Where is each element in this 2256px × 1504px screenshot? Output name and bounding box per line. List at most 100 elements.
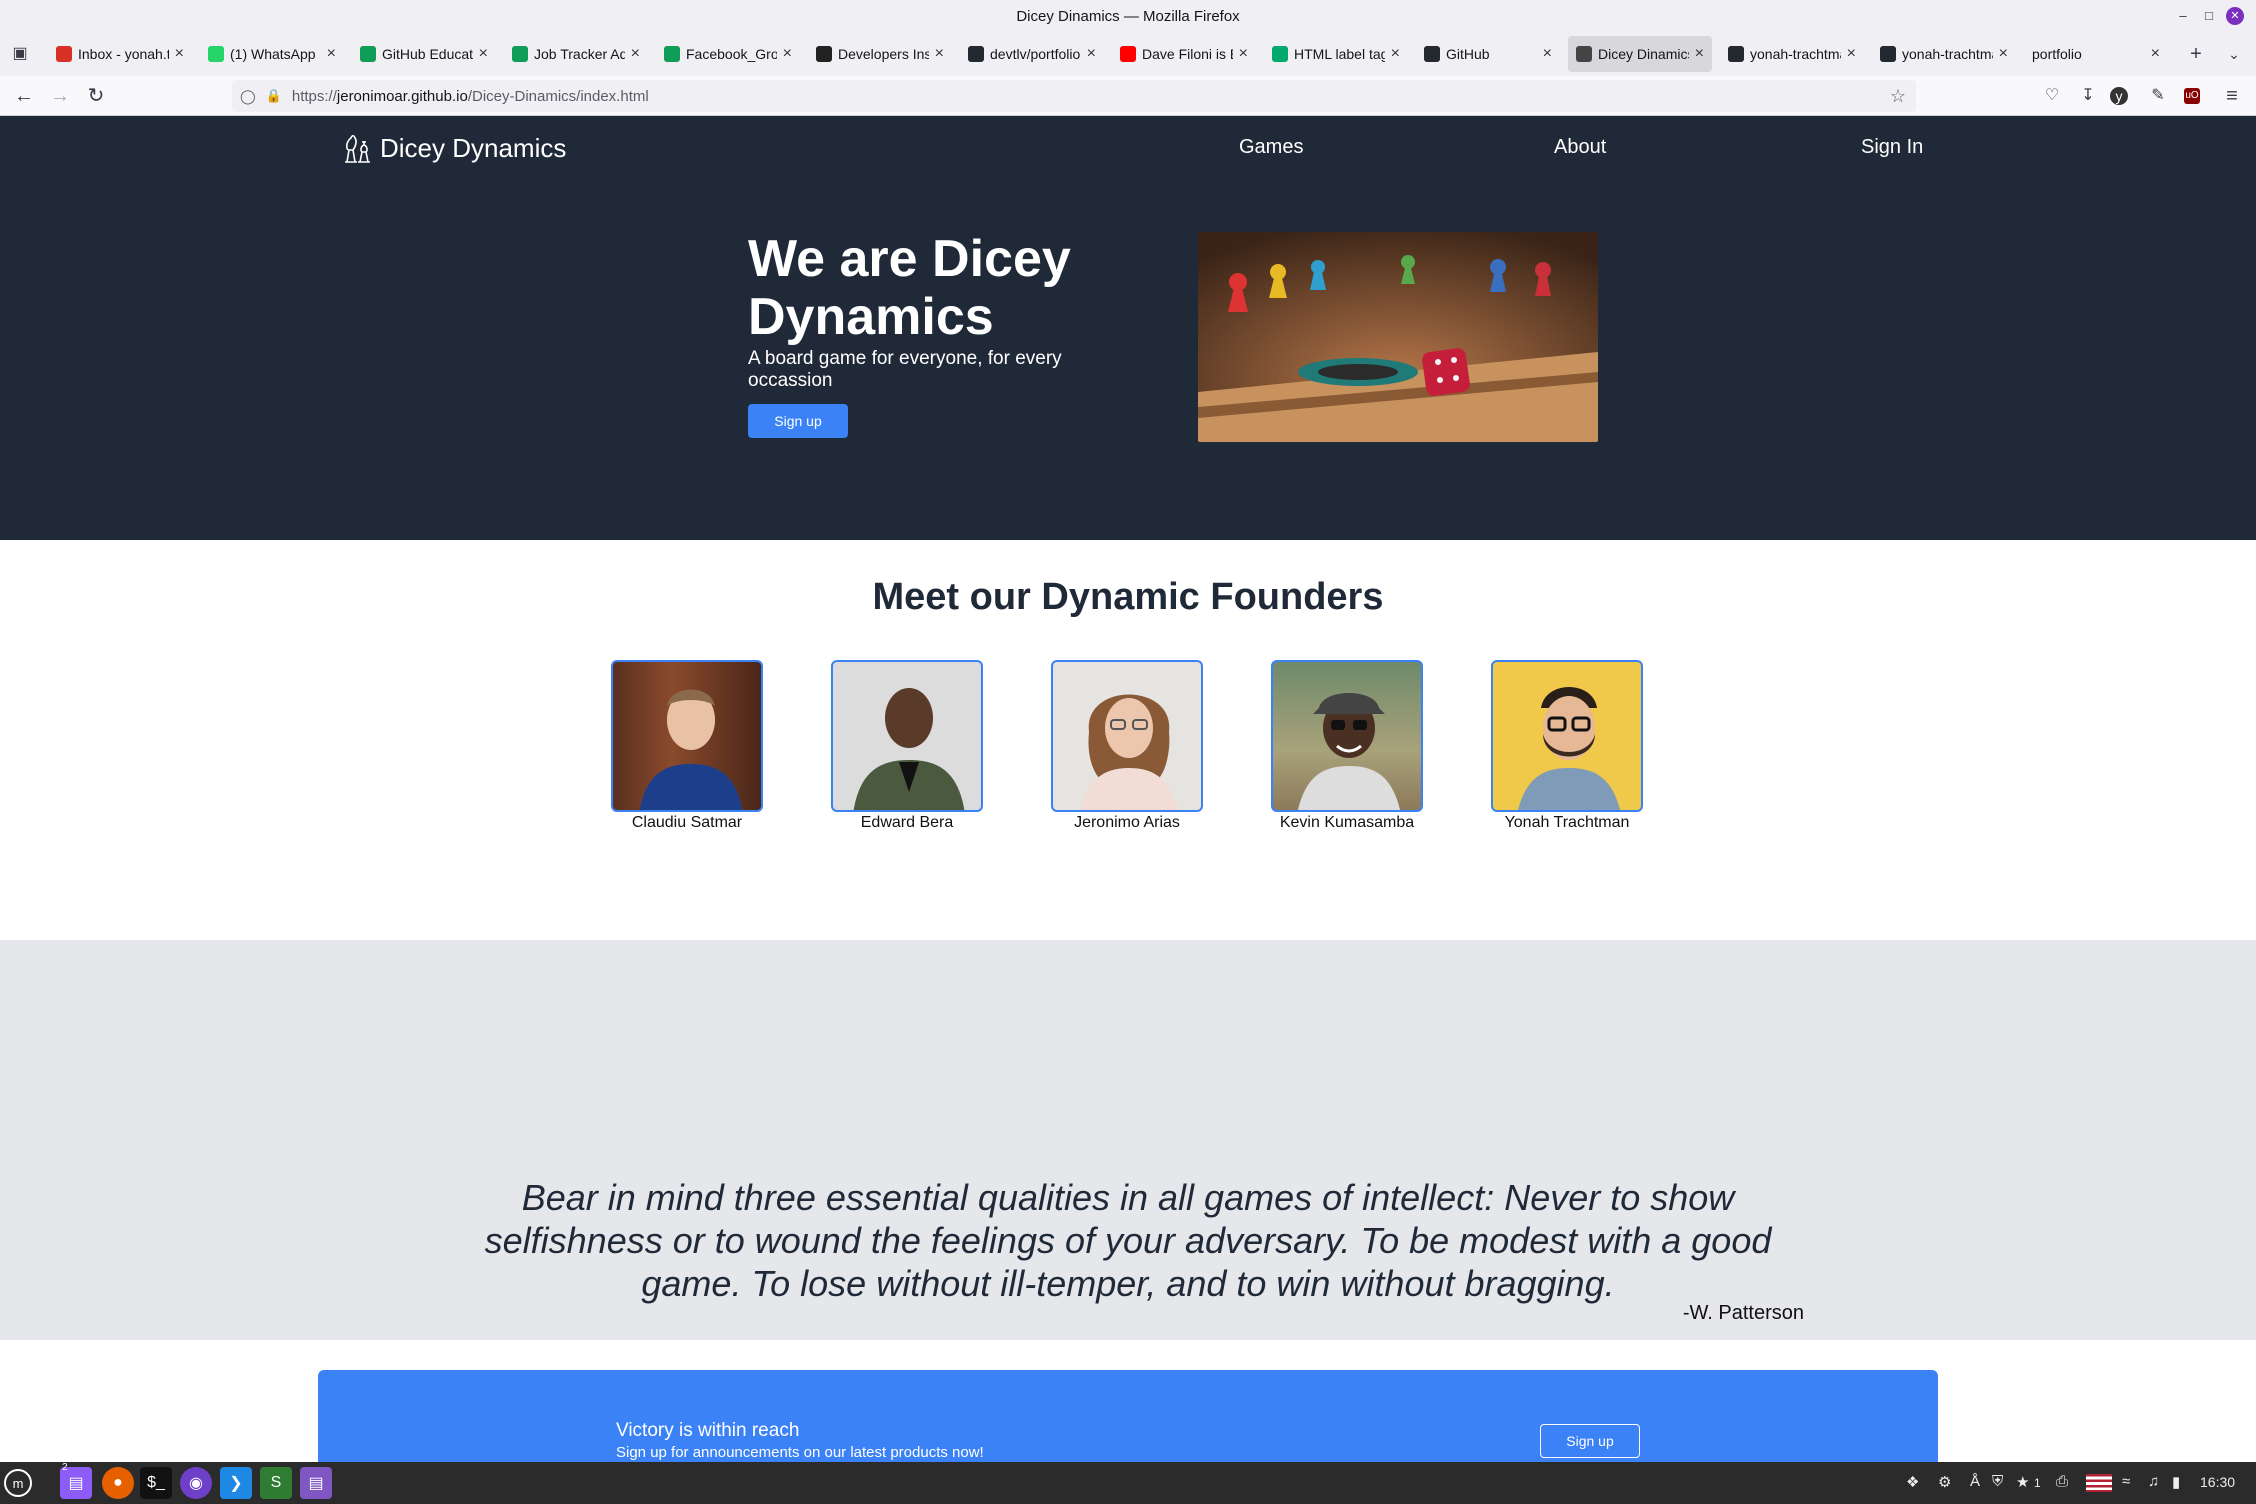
close-tab-icon[interactable]: × xyxy=(631,45,640,63)
account-icon[interactable]: y xyxy=(2110,87,2128,105)
browser-tab[interactable]: portfolio × xyxy=(2024,36,2168,72)
close-window-button[interactable]: ✕ xyxy=(2226,7,2244,25)
founder-photo xyxy=(1051,660,1203,812)
terminal-icon[interactable]: $_ xyxy=(140,1467,172,1499)
tab-label: GitHub Educatio xyxy=(382,46,473,62)
cta-title: Victory is within reach xyxy=(616,1420,800,1441)
start-menu-icon[interactable]: m xyxy=(4,1469,32,1497)
browser-tab[interactable]: yonah-trachtma × xyxy=(1872,36,2016,72)
pocket-icon[interactable]: ♡ xyxy=(2040,84,2064,108)
close-tab-icon[interactable]: × xyxy=(1239,45,1248,63)
hero-subtitle: A board game for everyone, for every occ… xyxy=(748,348,1062,391)
firefox-view-icon[interactable]: ▣ xyxy=(8,42,32,66)
nav-signin-link[interactable]: Sign In xyxy=(1861,136,1923,159)
github-icon xyxy=(1424,46,1440,62)
keyboard-layout-flag-icon[interactable] xyxy=(2086,1474,2112,1492)
browser-tab[interactable]: Inbox - yonah.tr × xyxy=(48,36,192,72)
cta-signup-button[interactable]: Sign up xyxy=(1540,1424,1640,1458)
tab-label: HTML label tag xyxy=(1294,46,1385,62)
sheets-icon xyxy=(360,46,376,62)
url-bar[interactable]: ◯ 🔒 https://jeronimoar.github.io/Dicey-D… xyxy=(232,80,1916,112)
shield-tray-icon[interactable]: ⛨ xyxy=(1992,1473,2003,1490)
founders-title: Meet our Dynamic Founders xyxy=(872,576,1384,618)
maximize-button[interactable]: □ xyxy=(2200,8,2218,24)
bluetooth-icon[interactable]: Å xyxy=(1970,1473,1980,1490)
founder-card: Jeronimo Arias xyxy=(1017,660,1237,832)
tab-label: (1) WhatsApp xyxy=(230,46,316,62)
founder-card: Yonah Trachtman xyxy=(1457,660,1677,832)
url-text[interactable]: https://jeronimoar.github.io/Dicey-Dinam… xyxy=(292,88,649,105)
nav-about-link[interactable]: About xyxy=(1554,136,1606,159)
tab-strip: ▣ Inbox - yonah.tr × (1) WhatsApp × GitHub E… xyxy=(0,32,2256,76)
browser-tab[interactable]: GitHub × xyxy=(1416,36,1560,72)
tab-label: yonah-trachtma xyxy=(1902,46,1993,62)
founder-name: Edward Bera xyxy=(860,814,954,831)
printer-icon[interactable]: ⎙ xyxy=(2056,1473,2068,1490)
steam-icon[interactable]: ⚙ xyxy=(1938,1473,1951,1491)
list-all-tabs-icon[interactable]: ⌄ xyxy=(2222,42,2246,66)
close-tab-icon[interactable]: × xyxy=(1695,45,1704,63)
sheets-icon xyxy=(664,46,680,62)
gmail-icon xyxy=(56,46,72,62)
browser-tab[interactable]: Facebook_Grou × xyxy=(656,36,800,72)
browser-tab[interactable]: yonah-trachtma × xyxy=(1720,36,1864,72)
tab-label: Dicey Dinamics xyxy=(1598,46,1689,62)
browser-tab[interactable]: devtlv/portfolio × xyxy=(960,36,1104,72)
close-tab-icon[interactable]: × xyxy=(2151,45,2160,63)
close-tab-icon[interactable]: × xyxy=(479,45,488,63)
browser-tab[interactable]: HTML label tag × xyxy=(1264,36,1408,72)
founder-card: Edward Bera xyxy=(797,660,1017,832)
battery-icon[interactable]: ▮ xyxy=(2172,1473,2180,1491)
founder-photo xyxy=(831,660,983,812)
close-tab-icon[interactable]: × xyxy=(1543,45,1552,63)
notification-icon[interactable]: ★ xyxy=(2016,1473,2029,1491)
browser-tab[interactable]: Dicey Dinamics × xyxy=(1568,36,1712,72)
close-tab-icon[interactable]: × xyxy=(1391,45,1400,63)
nav-games-link[interactable]: Games xyxy=(1239,136,1303,159)
vscode-icon[interactable]: ❯ xyxy=(220,1467,252,1499)
new-tab-button[interactable]: + xyxy=(2184,42,2208,66)
browser-tab[interactable]: Job Tracker Adr × xyxy=(504,36,648,72)
site-icon xyxy=(1576,46,1592,62)
founder-card: Kevin Kumasamba xyxy=(1237,660,1457,832)
notes-icon[interactable]: ▤ xyxy=(300,1467,332,1499)
browser-tab[interactable]: (1) WhatsApp × xyxy=(200,36,344,72)
workspace-count: 2 xyxy=(62,1462,68,1473)
bookmark-star-icon[interactable]: ☆ xyxy=(1890,86,1906,107)
browser-tab[interactable]: Developers Inst × xyxy=(808,36,952,72)
close-tab-icon[interactable]: × xyxy=(327,45,336,63)
close-tab-icon[interactable]: × xyxy=(935,45,944,63)
slides-icon[interactable]: S xyxy=(260,1467,292,1499)
shield-icon[interactable]: ◯ xyxy=(240,88,256,105)
forward-button[interactable]: → xyxy=(48,84,72,108)
close-tab-icon[interactable]: × xyxy=(1999,45,2008,63)
hero-signup-button[interactable]: Sign up xyxy=(748,404,848,438)
close-tab-icon[interactable]: × xyxy=(1087,45,1096,63)
github-desktop-icon[interactable]: ◉ xyxy=(180,1467,212,1499)
close-tab-icon[interactable]: × xyxy=(175,45,184,63)
close-tab-icon[interactable]: × xyxy=(783,45,792,63)
hero-title: We are Dicey Dynamics xyxy=(748,230,1071,346)
minimize-button[interactable]: – xyxy=(2174,8,2192,24)
lock-icon[interactable]: 🔒 xyxy=(266,88,282,104)
brand-link[interactable]: Dicey Dynamics xyxy=(340,130,566,166)
downloads-icon[interactable]: ↧ xyxy=(2076,84,2100,108)
wifi-icon[interactable]: ≈ xyxy=(2122,1473,2130,1490)
reload-button[interactable]: ↻ xyxy=(84,84,108,108)
back-button[interactable]: ← xyxy=(12,84,36,108)
clock[interactable]: 16:30 xyxy=(2200,1474,2235,1490)
cta-subtitle: Sign up for announcements on our latest … xyxy=(616,1444,984,1461)
browser-tab[interactable]: Dave Filoni is B × xyxy=(1112,36,1256,72)
firefox-icon[interactable]: ● xyxy=(102,1467,134,1499)
close-tab-icon[interactable]: × xyxy=(1847,45,1856,63)
slack-icon[interactable]: ❖ xyxy=(1906,1473,1919,1491)
ublock-icon[interactable]: uO xyxy=(2184,88,2200,104)
w3schools-icon xyxy=(1272,46,1288,62)
sound-icon[interactable]: ♫ xyxy=(2148,1473,2159,1490)
browser-tab[interactable]: GitHub Educatio × xyxy=(352,36,496,72)
extensions-icon[interactable]: ✎ xyxy=(2146,84,2170,108)
url-path: /Dicey-Dinamics/index.html xyxy=(467,87,649,105)
hero-section: We are Dicey Dynamics A board game for e… xyxy=(0,180,2256,540)
cta-banner: Victory is within reach Sign up for anno… xyxy=(318,1370,1938,1462)
menu-icon[interactable]: ≡ xyxy=(2220,84,2244,108)
